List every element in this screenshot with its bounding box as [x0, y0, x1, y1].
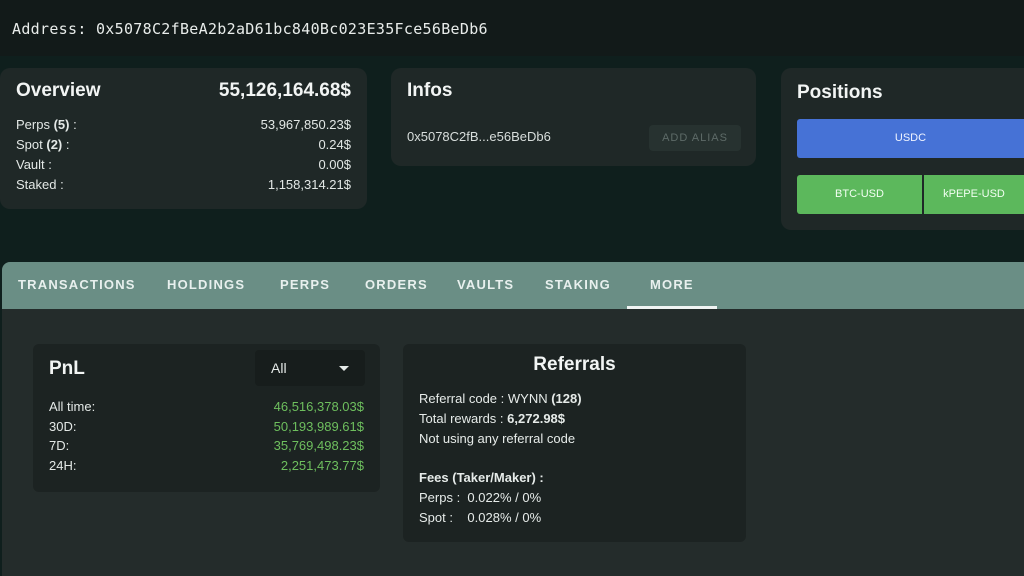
overview-row-value: 1,158,314.21$	[267, 177, 351, 192]
referrals-title: Referrals	[533, 354, 616, 375]
position-btc-usd[interactable]: BTC-USD	[797, 175, 922, 214]
active-tab-indicator	[627, 306, 717, 309]
overview-card: Overview 55,126,164.68$ Perps (5) : 53,9…	[0, 68, 367, 209]
tab-bar: TRANSACTIONS HOLDINGS PERPS ORDERS VAULT…	[2, 262, 1024, 309]
pnl-row-30d: 30D: 50,193,989.61$	[49, 419, 364, 434]
pnl-row-7d: 7D: 35,769,498.23$	[49, 438, 364, 453]
pnl-row-label: 24H:	[49, 458, 77, 473]
pnl-row-24h: 24H: 2,251,473.77$	[49, 458, 364, 473]
tab-more[interactable]: MORE	[650, 262, 694, 309]
pnl-row-value: 2,251,473.77$	[280, 458, 364, 473]
pnl-row-all-time: All time: 46,516,378.03$	[49, 399, 364, 414]
tab-transactions[interactable]: TRANSACTIONS	[18, 262, 136, 309]
tab-holdings[interactable]: HOLDINGS	[167, 262, 245, 309]
pnl-row-label: 30D:	[49, 419, 77, 434]
details-panel: TRANSACTIONS HOLDINGS PERPS ORDERS VAULT…	[2, 262, 1024, 576]
pnl-period-select[interactable]: All	[255, 350, 365, 386]
overview-row-label: Staked :	[16, 177, 64, 192]
referrals-card: Referrals Referral code : WYNN (128) Tot…	[403, 344, 746, 542]
positions-title: Positions	[797, 82, 883, 103]
positions-card: Positions USDC BTC-USD kPEPE-USD	[781, 68, 1024, 230]
overview-row-value: 0.24$	[318, 137, 351, 152]
overview-row-perps: Perps (5) : 53,967,850.23$	[16, 117, 351, 132]
referral-status: Not using any referral code	[419, 431, 576, 446]
overview-row-staked: Staked : 1,158,314.21$	[16, 177, 351, 192]
pnl-row-value: 46,516,378.03$	[273, 399, 364, 414]
tab-vaults[interactable]: VAULTS	[457, 262, 514, 309]
wallet-address: Address: 0x5078C2fBeA2b2aD61bc840Bc023E3…	[12, 20, 488, 38]
fees-title: Fees (Taker/Maker) :	[419, 470, 544, 485]
tab-perps[interactable]: PERPS	[280, 262, 330, 309]
infos-title: Infos	[407, 80, 453, 101]
overview-row-value: 53,967,850.23$	[260, 117, 351, 132]
overview-row-label: Vault :	[16, 157, 52, 172]
pnl-row-value: 50,193,989.61$	[273, 419, 364, 434]
short-address: 0x5078C2fB...e56BeDb6	[407, 129, 551, 144]
overview-row-spot: Spot (2) : 0.24$	[16, 137, 351, 152]
pnl-title: PnL	[49, 358, 85, 379]
pnl-row-label: All time:	[49, 399, 96, 414]
overview-row-value: 0.00$	[318, 157, 351, 172]
pnl-row-value: 35,769,498.23$	[273, 438, 364, 453]
add-alias-button[interactable]: ADD ALIAS	[649, 125, 741, 151]
overview-total: 55,126,164.68$	[218, 80, 351, 101]
total-rewards: Total rewards : 6,272.98$	[419, 411, 566, 426]
spot-fee: Spot : 0.028% / 0%	[419, 510, 542, 525]
overview-title: Overview	[16, 80, 101, 101]
overview-row-label: Perps (5) :	[16, 117, 77, 132]
position-kpepe-usd[interactable]: kPEPE-USD	[924, 175, 1024, 214]
address-bar: Address: 0x5078C2fBeA2b2aD61bc840Bc023E3…	[0, 0, 1024, 56]
tab-staking[interactable]: STAKING	[545, 262, 611, 309]
position-usdc[interactable]: USDC	[797, 119, 1024, 158]
pnl-card: PnL All All time: 46,516,378.03$ 30D: 50…	[33, 344, 380, 492]
infos-card: Infos 0x5078C2fB...e56BeDb6 ADD ALIAS	[391, 68, 756, 166]
pnl-row-label: 7D:	[49, 438, 70, 453]
tab-orders[interactable]: ORDERS	[365, 262, 428, 309]
perps-fee: Perps : 0.022% / 0%	[419, 490, 542, 505]
overview-row-label: Spot (2) :	[16, 137, 70, 152]
referral-code: Referral code : WYNN (128)	[419, 391, 582, 406]
chevron-down-icon	[339, 366, 349, 371]
overview-row-vault: Vault : 0.00$	[16, 157, 351, 172]
pnl-period-value: All	[271, 360, 287, 376]
